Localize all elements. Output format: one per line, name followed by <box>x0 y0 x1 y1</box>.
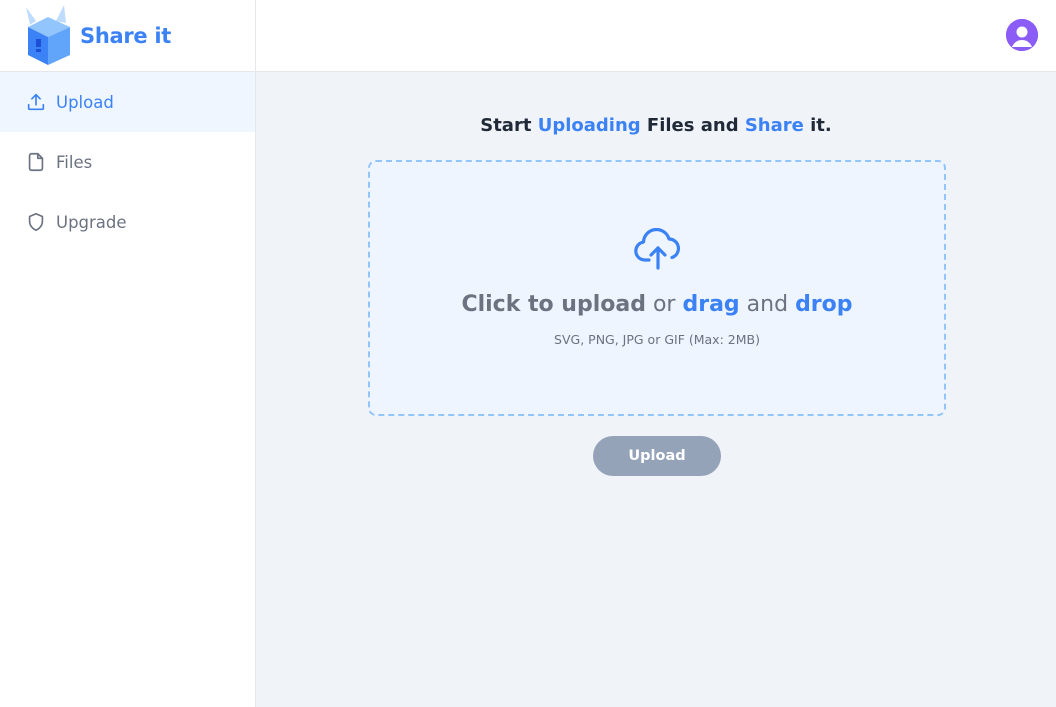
brand-name: Share it <box>80 23 171 48</box>
dropzone-drag-text: drag <box>682 292 740 317</box>
top-header <box>256 0 1056 72</box>
file-dropzone[interactable]: Click to upload or drag and drop SVG, PN… <box>368 160 946 416</box>
dropzone-file-types-hint: SVG, PNG, JPG or GIF (Max: 2MB) <box>554 332 760 347</box>
upload-button[interactable]: Upload <box>593 436 721 476</box>
sidebar-nav: Upload Files Upgrade <box>0 72 255 252</box>
page-headline: Start Uploading Files and Share it. <box>256 115 1056 136</box>
main-content: Start Uploading Files and Share it. Clic… <box>256 72 1056 707</box>
headline-text: Start <box>480 115 538 136</box>
cloud-upload-icon <box>634 228 681 270</box>
dropzone-click-text: Click to upload <box>461 292 646 317</box>
shield-icon <box>25 211 47 233</box>
upload-icon <box>25 91 47 113</box>
sidebar-item-upgrade[interactable]: Upgrade <box>0 192 255 252</box>
brand-logo[interactable]: Share it <box>0 0 255 72</box>
headline-text: it. <box>803 115 832 136</box>
headline-highlight-share: Share <box>744 115 804 136</box>
headline-highlight-uploading: Uploading <box>537 115 641 136</box>
dropzone-title: Click to upload or drag and drop <box>370 292 944 317</box>
dropzone-title-text: and <box>739 292 796 317</box>
sidebar-item-label: Files <box>56 152 93 172</box>
sidebar-item-label: Upload <box>56 92 114 112</box>
dropzone-drop-text: drop <box>795 292 853 317</box>
file-icon <box>25 151 47 173</box>
headline-text: Files and <box>640 115 745 136</box>
sidebar: Share it Upload Files Upgrade <box>0 0 256 707</box>
box-logo-icon <box>26 4 70 65</box>
app-root: Share it Upload Files Upgrade Start Uplo… <box>0 0 1056 707</box>
sidebar-item-label: Upgrade <box>56 212 127 232</box>
sidebar-item-upload[interactable]: Upload <box>0 72 255 132</box>
user-avatar-icon[interactable] <box>1006 19 1038 51</box>
sidebar-item-files[interactable]: Files <box>0 132 255 192</box>
dropzone-title-text: or <box>645 292 683 317</box>
